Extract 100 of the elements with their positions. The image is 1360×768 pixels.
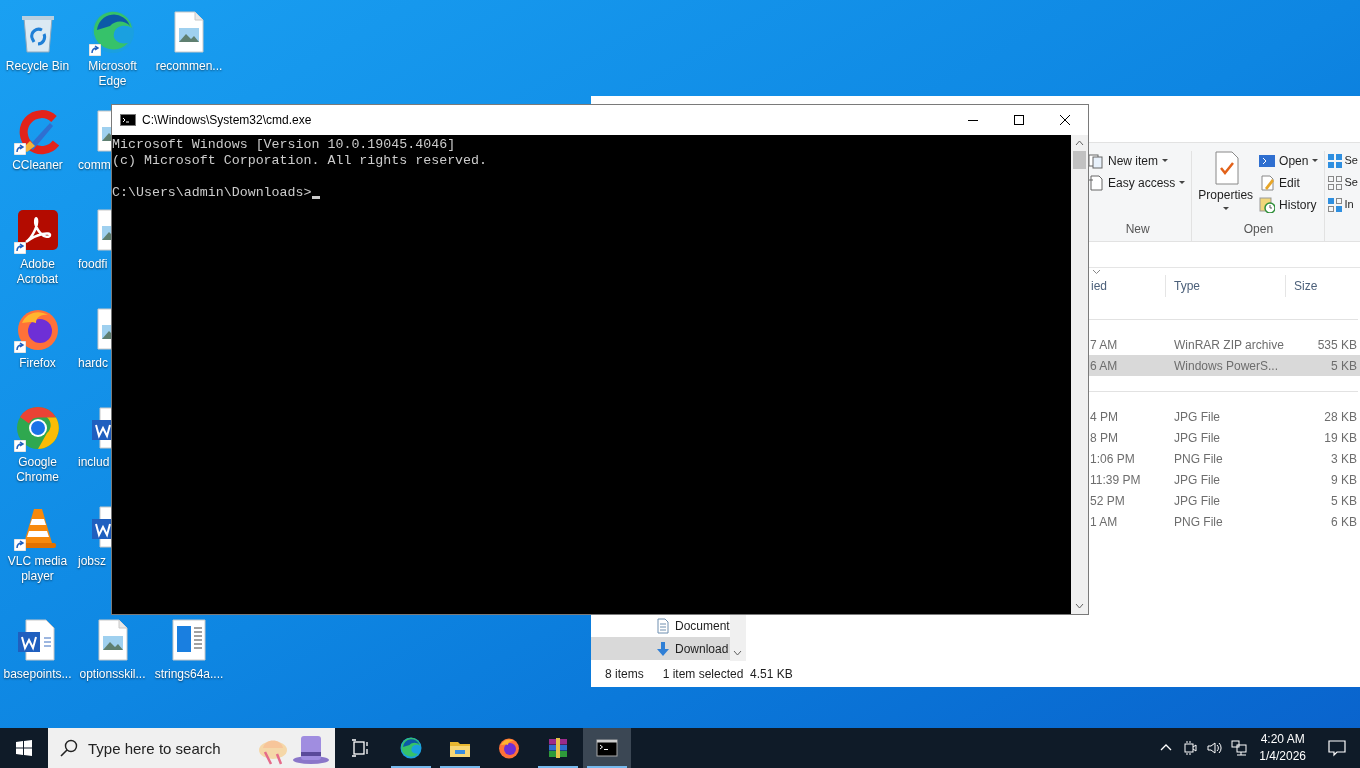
document-icon [655,617,671,634]
stacked-books-icon [546,736,570,760]
icon-label[interactable]: jobsz [78,554,106,569]
file-row[interactable]: 7 AM WinRAR ZIP archive 535 KB [1089,334,1360,355]
terminal-icon [1259,152,1276,169]
table-cell-text: 1:06 PM [1089,450,1136,468]
icon-label[interactable]: Adobe Acrobat [0,257,75,287]
search-field[interactable]: Type here to search [48,728,335,768]
icon-label[interactable]: comm [78,158,111,173]
file-row[interactable]: 8 PM JPG File 19 KB [1089,427,1360,448]
icon-label[interactable]: hardc [78,356,109,371]
column-header[interactable]: Type [1165,275,1285,297]
table-cell-text: JPG File [1173,492,1221,510]
table-cell-text: JPG File [1173,471,1221,489]
search-icon [60,739,78,757]
icon-label[interactable]: foodfi [78,257,108,272]
table-cell-text: PNG File [1173,513,1224,531]
table-cell-text: 11:39 PM [1089,471,1142,489]
task-view-icon [351,739,371,757]
scroll-down-icon [732,648,742,657]
ribbon-button[interactable]: History [1259,195,1321,214]
table-cell-text: 8 PM [1089,429,1119,447]
status-text: 8 items [605,666,644,683]
table-cell-text: 6 AM [1089,357,1119,375]
console-line: Microsoft Windows [Version 10.0.19045.4046] [112,137,457,153]
table-cell-text: WinRAR ZIP archive [1173,336,1285,354]
table-cell-text: Windows PowerS... [1173,357,1280,375]
grid-icon [1327,152,1344,169]
column-header[interactable]: ied [1089,275,1165,297]
file-row[interactable]: 52 PM JPG File 5 KB [1089,490,1360,511]
icon-label[interactable]: recommen... [154,59,224,74]
table-cell-text: 9 KB [1330,471,1357,489]
nav-item[interactable]: Document [591,614,730,637]
scroll-thumb[interactable] [1073,151,1086,169]
table-cell-text: 1 AM [1089,513,1119,531]
file-row[interactable]: 4 PM JPG File 28 KB [1089,406,1360,427]
icon-label[interactable]: CCleaner [11,158,64,173]
speech-bubble-icon [1328,739,1346,757]
ribbon-button[interactable]: New item [1088,151,1188,170]
ribbon-button[interactable]: Open [1259,151,1321,170]
column-header[interactable]: Size [1285,275,1359,297]
file-row[interactable]: 11:39 PM JPG File 9 KB [1089,469,1360,490]
table-cell-text: 28 KB [1323,408,1357,426]
properties-button[interactable]: Properties [1196,151,1256,220]
grid-icon [1327,174,1344,191]
console-prompt: C:\Users\admin\Downloads> [112,185,312,201]
page-icon [1088,174,1104,191]
speaker-icon [1207,740,1224,756]
network-icon [1231,740,1248,756]
table-cell-text: 4 PM [1089,408,1119,426]
table-cell-text: 3 KB [1330,450,1357,468]
console-line: (c) Microsoft Corporation. All rights reserved. [112,153,489,169]
pencil-icon [1259,174,1276,191]
icon-label[interactable]: Microsoft Edge [75,59,150,89]
icon-label[interactable]: Firefox [18,356,57,371]
scrollbar[interactable] [1071,135,1088,614]
table-cell-text: 19 KB [1323,429,1357,447]
new-item-icon [1088,152,1104,169]
file-row[interactable]: 1 AM PNG File 6 KB [1089,511,1360,532]
icon-label[interactable]: optionsskil... [78,667,147,682]
icon-label[interactable]: includ [78,455,110,470]
icon-label[interactable]: Google Chrome [0,455,75,485]
icon-label[interactable]: basepoints... [2,667,73,682]
table-cell-text: JPG File [1173,429,1221,447]
clock-icon [1259,196,1276,213]
group-label: Open [1242,221,1275,238]
table-cell-text: 7 AM [1089,336,1119,354]
file-row[interactable]: 1:06 PM PNG File 3 KB [1089,448,1360,469]
console-icon [595,736,619,760]
icon-label[interactable]: Recycle Bin [4,59,71,74]
edge-icon [399,736,423,760]
maximize-icon [1014,115,1024,125]
table-cell-text: 5 KB [1330,492,1357,510]
window-title: C:\Windows\System32\cmd.exe [142,112,312,129]
ribbon-button[interactable]: Easy access [1088,173,1188,192]
ribbon-button[interactable]: Edit [1259,173,1321,192]
group-label: New [1124,221,1151,238]
windows-logo-icon [16,740,32,756]
ribbon-button[interactable]: Se [1327,151,1358,170]
table-cell-text: 5 KB [1330,357,1357,375]
table-cell-text: 535 KB [1316,336,1357,354]
close-icon [1060,115,1070,125]
ribbon-button[interactable]: In [1327,195,1358,214]
download-arrow-icon [655,640,671,657]
console-icon [120,114,136,126]
table-cell-text: 52 PM [1089,492,1126,510]
status-text: 1 item selected 4.51 KB [662,666,793,683]
file-row[interactable]: 6 AM Windows PowerS... 5 KB [1089,355,1360,376]
table-cell-text: JPG File [1173,408,1221,426]
icon-label[interactable]: VLC media player [0,554,75,584]
ribbon-button[interactable]: Se [1327,173,1358,192]
icon-label[interactable]: strings64a.... [153,667,225,682]
camera-icon [1183,740,1200,756]
table-cell-text: PNG File [1173,450,1224,468]
grid-icon [1327,196,1344,213]
table-cell-text: 6 KB [1330,513,1357,531]
nav-item[interactable]: Download [591,637,730,660]
clock-button[interactable]: 4:20 AM 1/4/2026 [1251,728,1314,768]
taskbar-app-button[interactable] [583,728,631,768]
firefox-icon [497,736,521,760]
